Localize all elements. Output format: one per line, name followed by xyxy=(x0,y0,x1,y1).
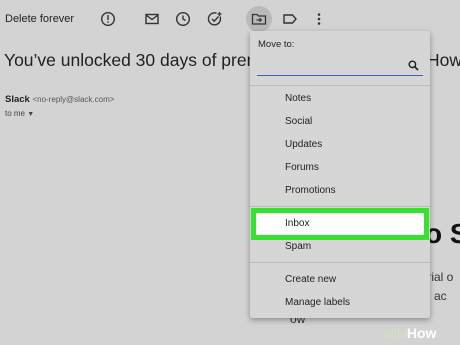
menu-divider xyxy=(250,85,430,86)
email-subject-tail-text: How xyxy=(427,50,460,70)
email-subject: You’ve unlocked 30 days of premiu xyxy=(4,50,275,71)
menu-divider xyxy=(250,262,430,263)
report-spam-icon[interactable] xyxy=(98,9,118,29)
menu-item-inbox[interactable]: Inbox xyxy=(251,208,429,240)
recipient-toggle[interactable]: to me ▼ xyxy=(5,109,34,118)
wikihow-watermark: wiki How xyxy=(360,320,460,345)
caret-down-icon: ▼ xyxy=(27,111,35,118)
recipient-label: to me xyxy=(5,109,26,118)
delete-forever-button[interactable]: Delete forever xyxy=(5,13,74,25)
menu-item-create-new[interactable]: Create new xyxy=(250,270,430,290)
watermark-wiki: wiki xyxy=(383,324,407,341)
move-to-title: Move to: xyxy=(258,39,295,50)
mark-unread-icon[interactable] xyxy=(142,9,162,29)
add-task-icon[interactable] xyxy=(205,9,225,29)
move-to-search-input[interactable] xyxy=(257,57,397,76)
menu-item-notes[interactable]: Notes xyxy=(250,89,430,109)
menu-item-manage-labels[interactable]: Manage labels xyxy=(250,293,430,313)
label-icon[interactable] xyxy=(280,9,300,29)
move-to-menu: Move to: Notes Social Updates Forums Pro… xyxy=(250,31,430,318)
sender-email: <no-reply@slack.com> xyxy=(32,95,115,104)
menu-item-forums[interactable]: Forums xyxy=(250,158,430,178)
menu-divider xyxy=(250,206,430,207)
body-heading-partial: o S xyxy=(425,218,460,249)
move-to-icon[interactable] xyxy=(246,6,272,32)
email-subject-text: You’ve unlocked 30 days of premiu xyxy=(4,50,275,70)
more-icon[interactable] xyxy=(309,9,329,29)
search-icon xyxy=(408,60,419,71)
snooze-icon[interactable] xyxy=(173,9,193,29)
menu-item-updates[interactable]: Updates xyxy=(250,135,430,155)
menu-item-social[interactable]: Social xyxy=(250,112,430,132)
sender-name[interactable]: Slack xyxy=(5,94,30,105)
watermark-how: How xyxy=(406,324,437,341)
sender-row: Slack <no-reply@slack.com> xyxy=(5,94,114,105)
move-to-search xyxy=(257,56,423,76)
menu-item-promotions[interactable]: Promotions xyxy=(250,181,430,201)
menu-item-spam[interactable]: Spam xyxy=(250,237,430,257)
email-subject-tail: How xyxy=(427,50,460,71)
